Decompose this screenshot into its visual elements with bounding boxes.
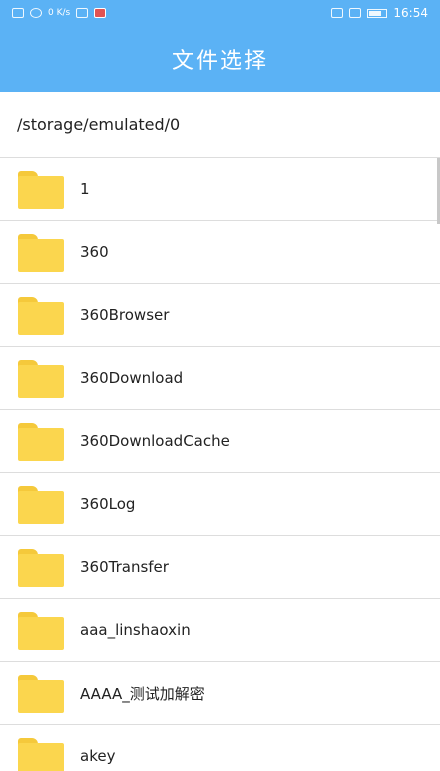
folder-row[interactable]: aaa_linshaoxin — [0, 599, 440, 662]
folder-icon — [18, 673, 64, 713]
folder-name: 360Log — [80, 495, 136, 513]
status-right-icons: 16:54 — [331, 6, 428, 20]
folder-icon — [18, 358, 64, 398]
current-path: /storage/emulated/0 — [0, 92, 440, 158]
folder-row[interactable]: akey — [0, 725, 440, 771]
file-picker-screen: 0 K/s 16:54 文件选择 /storage/emulated/0 1 36… — [0, 0, 440, 771]
folder-row[interactable]: AAAA_测试加解密 — [0, 662, 440, 725]
folder-icon — [18, 232, 64, 272]
folder-icon — [18, 736, 64, 771]
notification-icon — [94, 8, 107, 18]
folder-icon — [18, 610, 64, 650]
page-title: 文件选择 — [171, 49, 268, 74]
usb-icon — [76, 8, 89, 18]
folder-name: 360Browser — [80, 306, 170, 324]
folder-row[interactable]: 360Log — [0, 473, 440, 536]
folder-name: 1 — [80, 180, 90, 198]
folder-name: aaa_linshaoxin — [80, 621, 191, 639]
status-bar: 0 K/s 16:54 — [0, 0, 440, 26]
folder-icon — [18, 169, 64, 209]
folder-name: akey — [80, 747, 116, 765]
folder-name: 360DownloadCache — [80, 432, 230, 450]
folder-row[interactable]: 360Browser — [0, 284, 440, 347]
folder-list: 1 360 360Browser 360Download 360DownloadCach… — [0, 158, 440, 771]
battery-icon — [367, 8, 388, 18]
status-time: 16:54 — [393, 6, 428, 20]
folder-row[interactable]: 360DownloadCache — [0, 410, 440, 473]
folder-row[interactable]: 360Download — [0, 347, 440, 410]
folder-name: AAAA_测试加解密 — [80, 684, 205, 703]
folder-row[interactable]: 360 — [0, 221, 440, 284]
network-speed: 0 K/s — [48, 8, 71, 18]
wifi-icon — [30, 8, 42, 18]
status-left-icons: 0 K/s — [12, 8, 107, 18]
folder-row[interactable]: 1 — [0, 158, 440, 221]
folder-icon — [18, 421, 64, 461]
folder-name: 360Transfer — [80, 558, 169, 576]
folder-name: 360Download — [80, 369, 184, 387]
silent-icon — [349, 8, 362, 18]
bluetooth-icon — [331, 8, 344, 18]
folder-icon — [18, 484, 64, 524]
folder-name: 360 — [80, 243, 109, 261]
sim-icon — [12, 8, 24, 18]
app-bar: 0 K/s 16:54 文件选择 — [0, 0, 440, 92]
folder-row[interactable]: 360Transfer — [0, 536, 440, 599]
folder-icon — [18, 547, 64, 587]
folder-icon — [18, 295, 64, 335]
